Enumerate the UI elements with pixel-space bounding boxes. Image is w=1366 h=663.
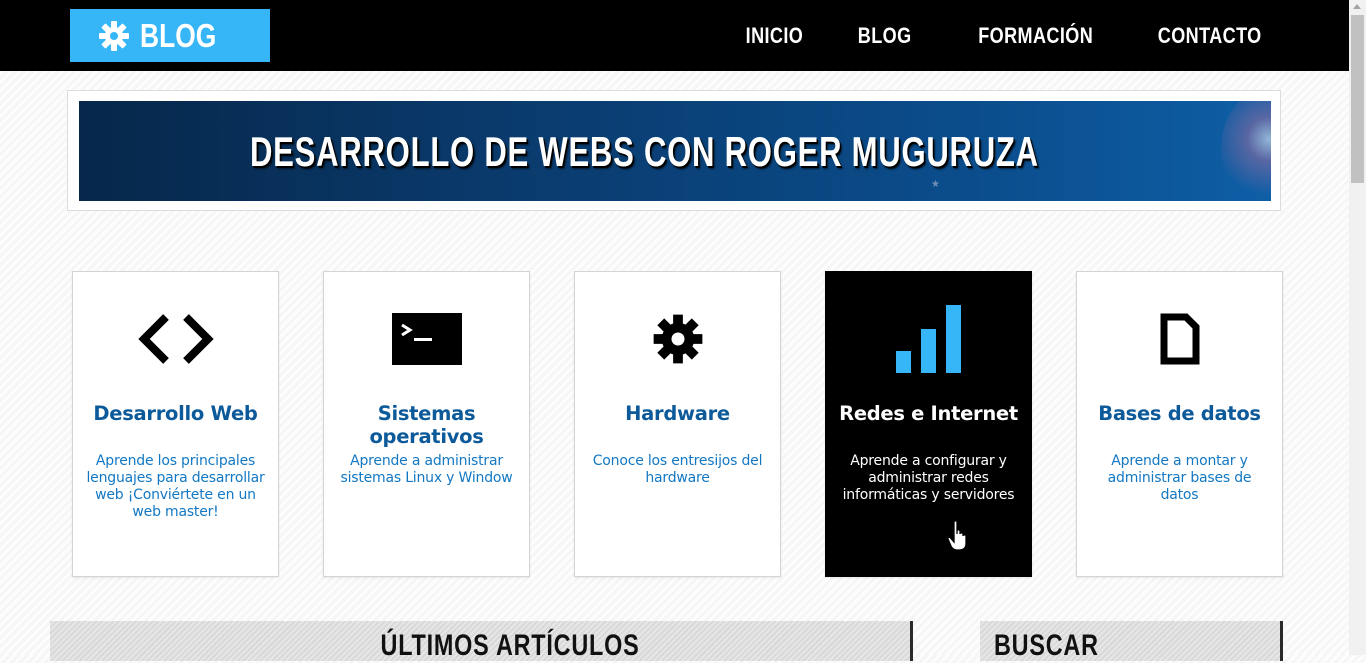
- card-title: Sistemas operativos: [369, 402, 484, 448]
- scroll-up-arrow-icon[interactable]: [1353, 4, 1361, 9]
- card-description: Conoce los entresijos del hardware: [592, 453, 763, 486]
- top-header: BLOG INICIO BLOG FORMACIÓN CONTACTO: [0, 0, 1349, 71]
- gear-icon: [653, 314, 702, 364]
- card-title: Hardware: [625, 402, 730, 425]
- banner-title: DESARROLLO DE WEBS CON ROGER MUGURUZA: [250, 128, 1039, 175]
- card-description: Aprende los principales lenguajes para d…: [86, 453, 265, 520]
- nav-blog[interactable]: BLOG: [857, 23, 911, 49]
- logo-text: BLOG: [140, 16, 217, 54]
- code-brackets-icon: [137, 314, 214, 364]
- card-title: Redes e Internet: [839, 402, 1018, 425]
- star-decoration: ★: [931, 179, 940, 190]
- search-title: BUSCAR: [994, 629, 1099, 662]
- nav-inicio[interactable]: INICIO: [746, 23, 804, 49]
- signal-bars-icon: [895, 305, 961, 373]
- hand-cursor-icon: [947, 520, 967, 551]
- site-logo[interactable]: BLOG: [70, 9, 270, 62]
- terminal-icon: [391, 313, 462, 365]
- search-section: BUSCAR: [980, 621, 1283, 662]
- card-hardware[interactable]: Hardware Conoce los entresijos del hardw…: [574, 271, 781, 577]
- card-title: Desarrollo Web: [93, 402, 258, 425]
- card-title: Bases de datos: [1098, 402, 1261, 425]
- hero-banner: ★ DESARROLLO DE WEBS CON ROGER MUGURUZA: [79, 101, 1271, 201]
- card-sistemas-operativos[interactable]: Sistemas operativos Aprende a administra…: [323, 271, 530, 577]
- main-nav: INICIO BLOG FORMACIÓN CONTACTO: [691, 0, 1262, 71]
- card-bases-datos[interactable]: Bases de datos Aprende a montar y admini…: [1076, 271, 1283, 577]
- nav-contacto[interactable]: CONTACTO: [1158, 23, 1262, 49]
- banner-frame: ★ DESARROLLO DE WEBS CON ROGER MUGURUZA: [67, 90, 1281, 211]
- card-description: Aprende a administrar sistemas Linux y W…: [340, 453, 513, 486]
- scrollbar[interactable]: [1349, 0, 1366, 655]
- latest-articles-title: ÚLTIMOS ARTÍCULOS: [380, 629, 640, 662]
- card-redes-internet[interactable]: Redes e Internet Aprende a configurar y …: [825, 271, 1032, 577]
- card-desarrollo-web[interactable]: Desarrollo Web Aprende los principales l…: [72, 271, 279, 577]
- gear-icon: [99, 20, 129, 51]
- nav-formacion[interactable]: FORMACIÓN: [978, 23, 1093, 49]
- sparkle-decoration: [1221, 101, 1271, 201]
- card-description: Aprende a montar y administrar bases de …: [1107, 453, 1252, 503]
- latest-articles-section: ÚLTIMOS ARTÍCULOS: [50, 621, 913, 662]
- card-description: Aprende a configurar y administrar redes…: [842, 453, 1015, 503]
- document-icon: [1160, 313, 1199, 365]
- scrollbar-thumb[interactable]: [1351, 15, 1364, 183]
